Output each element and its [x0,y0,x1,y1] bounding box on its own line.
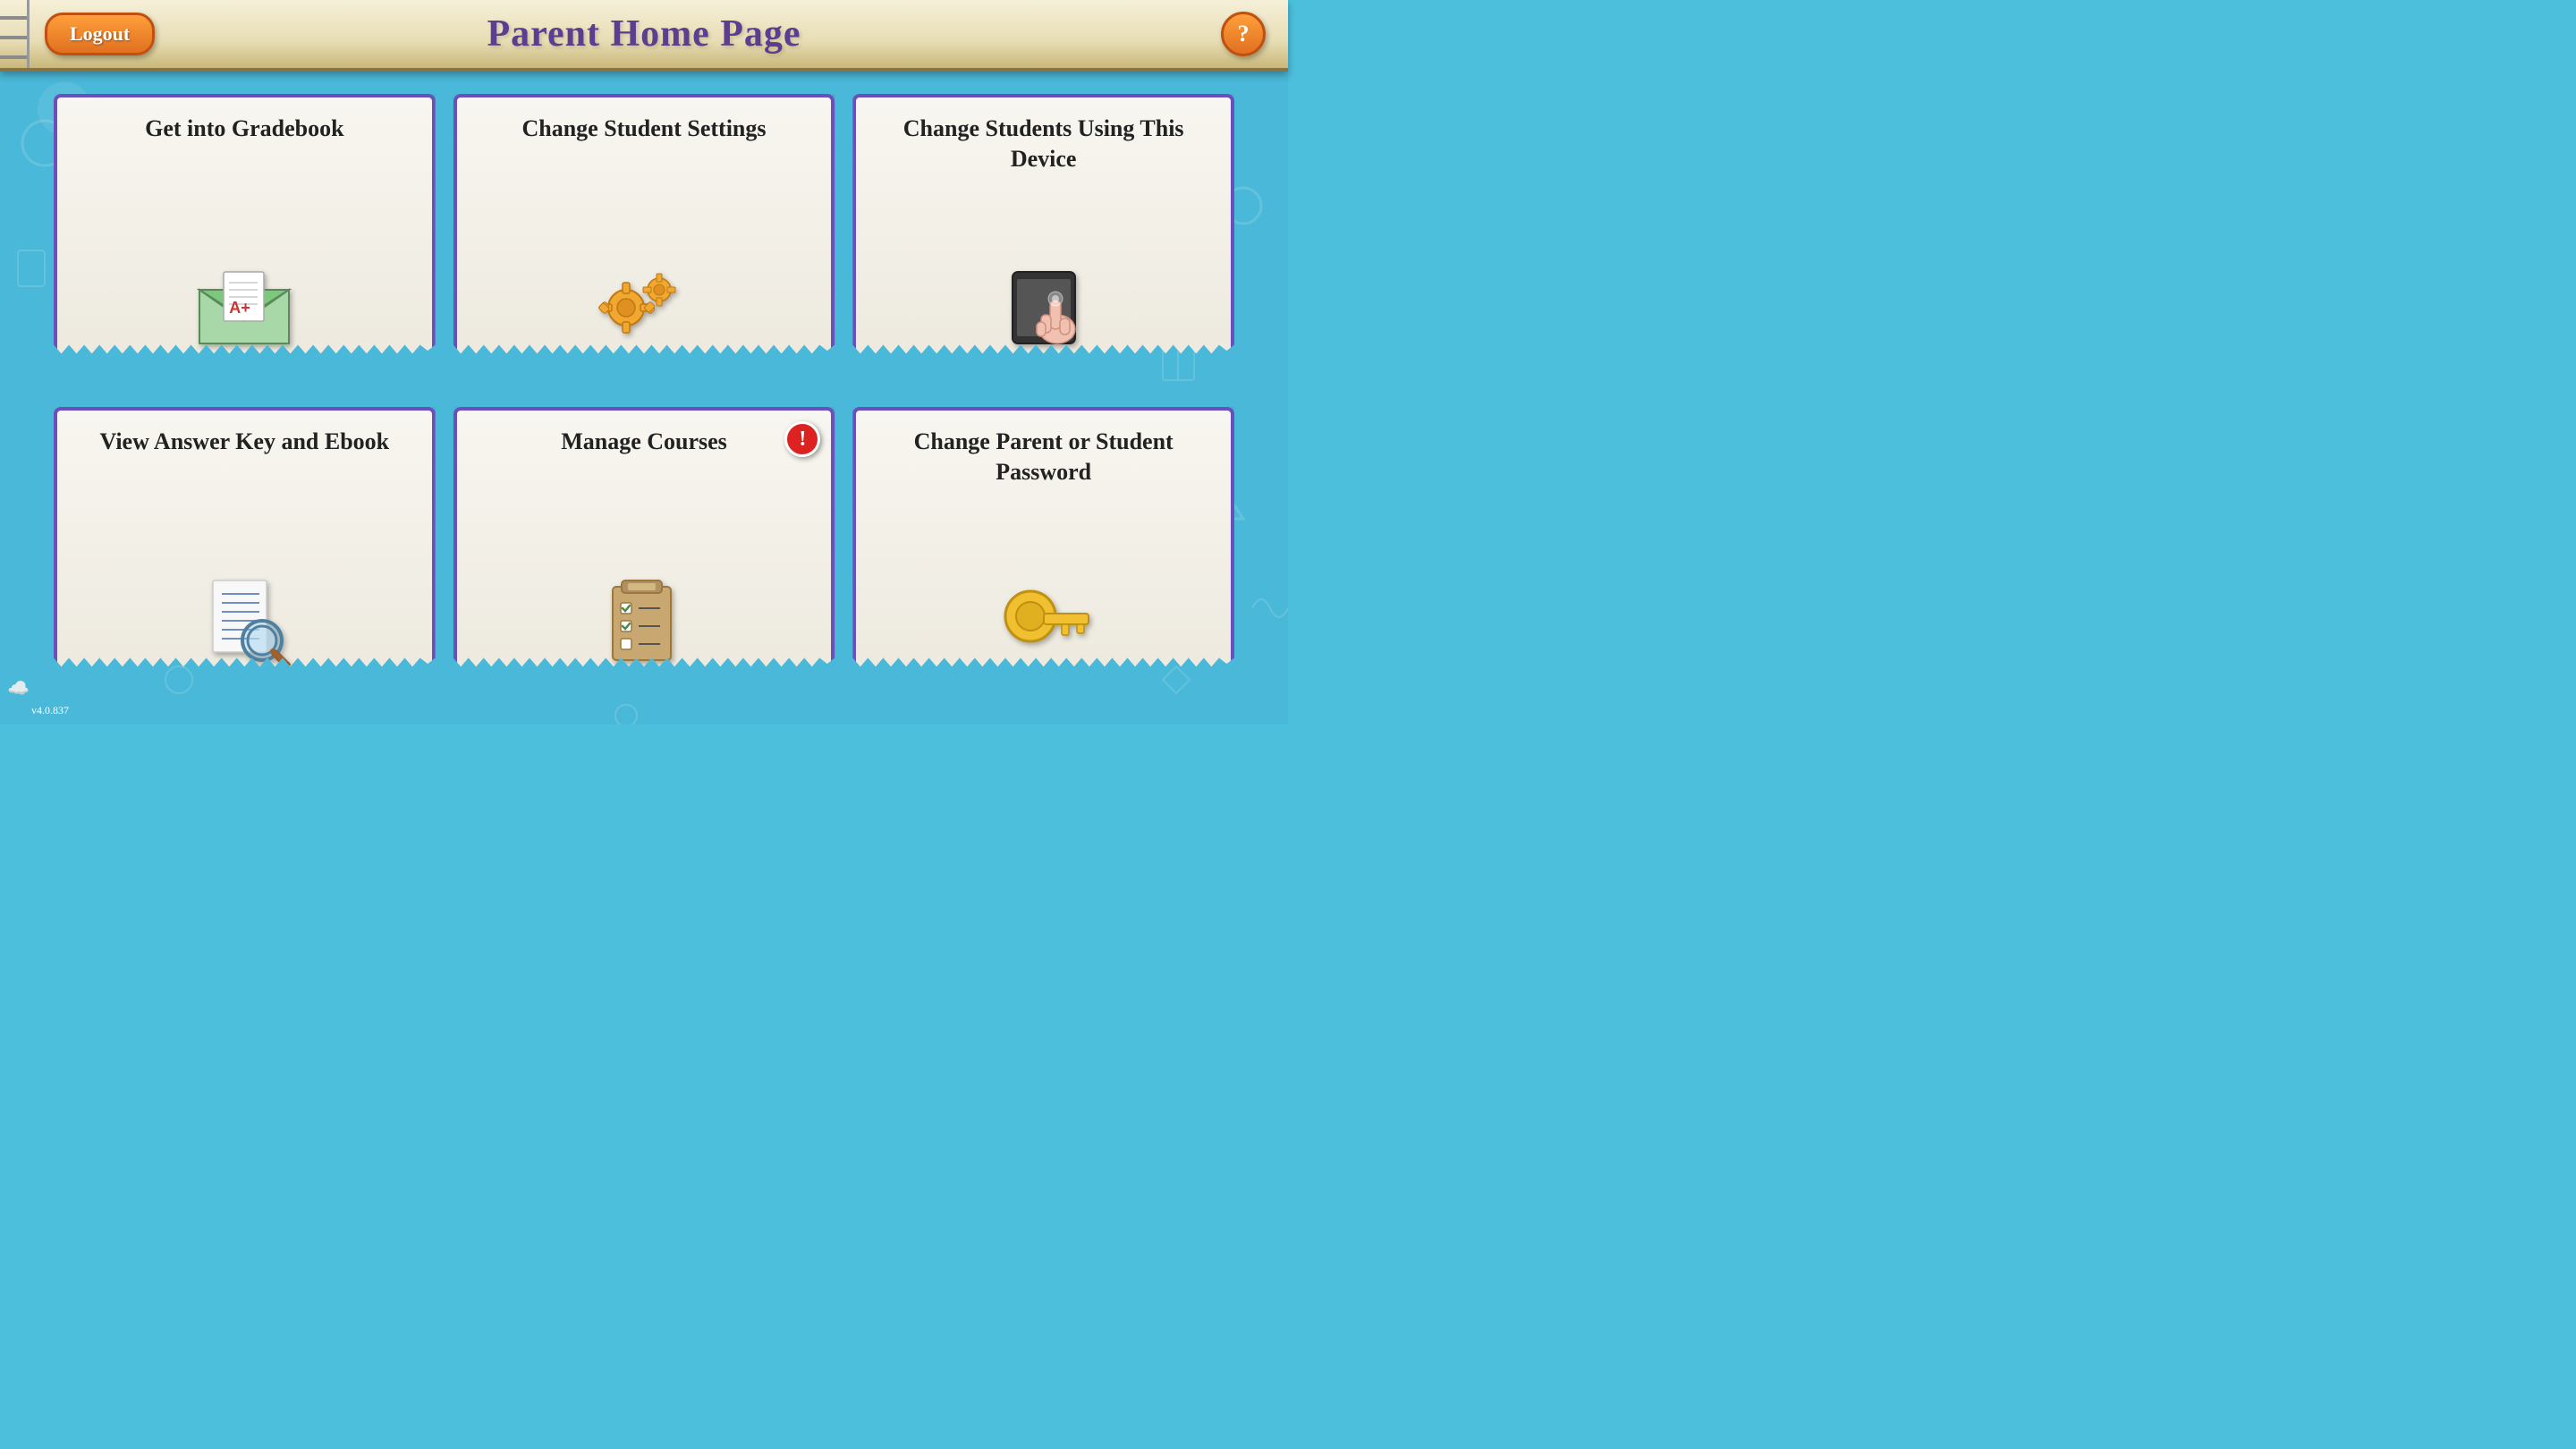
answerkey-icon [195,556,293,686]
version-label: v4.0.837 [31,704,69,717]
student-settings-title: Change Student Settings [521,114,766,243]
change-password-card[interactable]: Change Parent or Student Password [852,407,1234,702]
gradebook-icon: A+ [195,243,293,373]
help-button[interactable]: ? [1221,12,1266,56]
answer-key-title: View Answer Key and Ebook [100,427,390,556]
courses-icon [599,556,689,686]
device-icon [995,243,1093,373]
gradebook-title: Get into Gradebook [145,114,343,243]
page-title: Parent Home Page [487,13,801,55]
change-password-title: Change Parent or Student Password [869,427,1217,556]
student-settings-card[interactable]: Change Student Settings [453,94,835,389]
change-students-device-card[interactable]: Change Students Using This Device [852,94,1234,389]
alert-badge: ! [784,421,820,457]
page-header: Logout Parent Home Page ? [0,0,1288,72]
password-icon [995,556,1093,686]
settings-icon [595,243,693,373]
svg-text:A+: A+ [230,299,251,317]
cloud-icon: ☁️ [7,677,30,699]
logout-button[interactable]: Logout [45,13,155,55]
manage-courses-card[interactable]: ! Manage Courses [453,407,835,702]
gradebook-card[interactable]: Get into Gradebook A+ [54,94,436,389]
manage-courses-title: Manage Courses [561,427,727,556]
main-grid: Get into Gradebook A+ Change [0,72,1288,724]
change-students-device-title: Change Students Using This Device [869,114,1217,243]
answer-key-card[interactable]: View Answer Key and Ebook [54,407,436,702]
